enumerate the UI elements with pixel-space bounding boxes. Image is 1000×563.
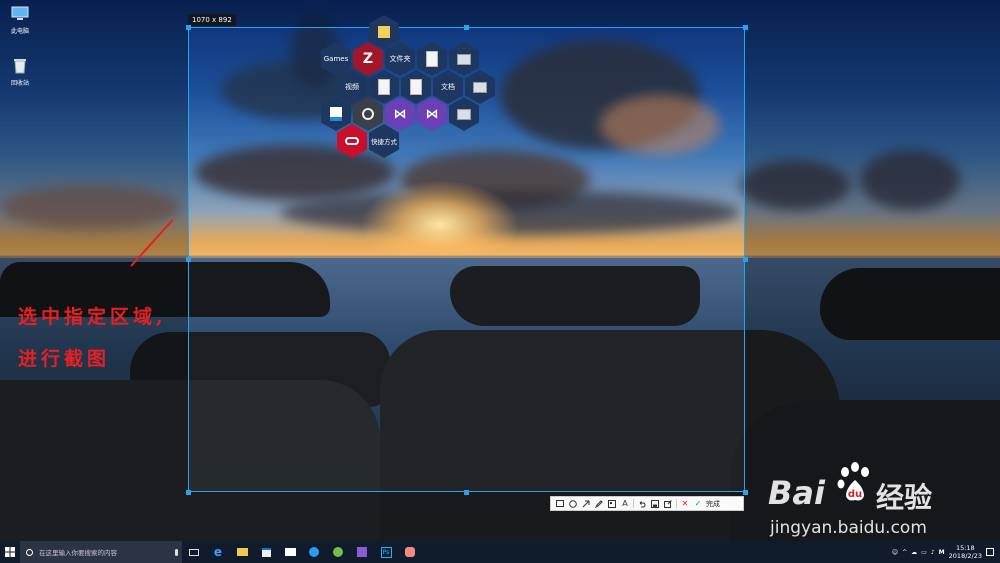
games-label: Games: [323, 55, 349, 63]
taskbar-search-box[interactable]: 在这里输入你要搜索的内容: [20, 541, 182, 563]
resize-handle-br[interactable]: [743, 490, 748, 495]
video-label: 视频: [345, 83, 359, 91]
mail-icon: [284, 548, 296, 556]
desktop-icon-this-pc[interactable]: 此电脑: [6, 6, 34, 35]
cancel-icon[interactable]: ✕: [680, 498, 690, 509]
pin-icon[interactable]: [663, 498, 673, 509]
cortana-icon: [26, 548, 33, 556]
ellipse-icon[interactable]: [568, 498, 578, 509]
resize-handle-l[interactable]: [186, 257, 191, 262]
task-view-button[interactable]: [182, 541, 206, 563]
desktop-icon-label: 回收站: [10, 80, 29, 87]
clock-time: 15:18: [955, 544, 975, 552]
resize-handle-tr[interactable]: [743, 25, 748, 30]
taskbar-search-placeholder: 在这里输入你要搜索的内容: [39, 549, 117, 557]
image-icon: [473, 81, 487, 93]
paint-icon: [405, 547, 415, 557]
visual-studio-icon: ⋈: [425, 106, 439, 122]
annotation-line-2: 进行截图: [18, 348, 111, 370]
zotero-icon: Z: [362, 51, 374, 67]
taskbar-app-mail[interactable]: [278, 541, 302, 563]
capture-selection-area[interactable]: [188, 27, 745, 492]
text-icon[interactable]: A: [620, 498, 630, 509]
show-hidden-icons-icon[interactable]: ^: [902, 549, 907, 556]
people-icon[interactable]: ☺: [892, 549, 898, 556]
notification-icon[interactable]: [986, 548, 994, 556]
selection-size-label: 1070 x 892: [188, 14, 236, 26]
resize-handle-tl[interactable]: [186, 25, 191, 30]
resize-handle-t[interactable]: [464, 25, 469, 30]
annotation-line-1: 选中指定区域,: [18, 306, 167, 328]
svg-text:du: du: [848, 489, 862, 500]
volume-icon[interactable]: ♪: [931, 549, 935, 556]
desktop-icon-recycle-bin[interactable]: 回收站: [6, 58, 34, 87]
computer-icon: [11, 6, 29, 20]
ime-indicator[interactable]: M: [939, 549, 945, 556]
visual-studio-icon: [357, 547, 367, 557]
pen-icon[interactable]: [594, 498, 604, 509]
start-button[interactable]: [0, 541, 20, 563]
cloud-icon[interactable]: ☁: [911, 549, 917, 556]
undo-icon[interactable]: [637, 498, 647, 509]
document-icon: [410, 79, 422, 95]
mosaic-icon[interactable]: [607, 498, 617, 509]
store-icon: [261, 547, 271, 557]
baidu-url: jingyan.baidu.com: [770, 518, 927, 538]
microphone-icon: [175, 548, 178, 556]
visual-studio-icon: ⋈: [393, 106, 407, 122]
documents-label: 文档: [441, 83, 455, 91]
taskbar: 在这里输入你要搜索的内容 e Ps ☺ ^ ☁ ▭ ♪ M 15:18 2018…: [0, 541, 1000, 563]
network-icon[interactable]: ▭: [921, 549, 927, 556]
taskbar-app-store[interactable]: [254, 541, 278, 563]
edge-icon: e: [213, 545, 223, 559]
resize-handle-r[interactable]: [743, 257, 748, 262]
photoshop-icon: Ps: [380, 546, 392, 558]
confirm-icon[interactable]: ✓: [693, 498, 703, 509]
circle-app-icon: [362, 108, 374, 120]
browser-icon: [333, 547, 343, 557]
baidu-brand: Bai: [768, 474, 825, 512]
capture-toolbar: A ✕ ✓ 完成: [550, 496, 744, 511]
windows-logo-icon: [5, 547, 15, 557]
taskbar-app-browser[interactable]: [326, 541, 350, 563]
clock[interactable]: 15:18 2018/2/23: [949, 544, 982, 560]
baidu-brand-cn: 经验: [876, 481, 933, 514]
taskbar-app-qq[interactable]: [302, 541, 326, 563]
folder-label: 文件夹: [389, 55, 411, 63]
file-explorer-icon: [236, 548, 248, 556]
qq-icon: [309, 547, 319, 557]
adobe-creative-cloud-icon: [345, 137, 359, 145]
done-button[interactable]: 完成: [706, 499, 720, 509]
save-icon[interactable]: [650, 498, 660, 509]
taskbar-app-edge[interactable]: e: [206, 541, 230, 563]
taskbar-app-vs[interactable]: [350, 541, 374, 563]
image-icon: [457, 53, 471, 65]
rectangle-icon[interactable]: [555, 498, 565, 509]
resize-handle-b[interactable]: [464, 490, 469, 495]
task-view-icon: [189, 548, 199, 556]
document-icon: [378, 79, 390, 95]
clock-date: 2018/2/23: [948, 552, 982, 560]
taskbar-app-explorer[interactable]: [230, 541, 254, 563]
baidu-paw-icon: du: [837, 462, 869, 501]
file-manager-icon: [330, 107, 342, 121]
desktop-icon-label: 此电脑: [10, 28, 29, 35]
sticky-note-icon: [378, 26, 390, 38]
system-tray: ☺ ^ ☁ ▭ ♪ M 15:18 2018/2/23: [892, 541, 1000, 563]
baidu-watermark: Bai du 经验 jingyan.baidu.com: [768, 458, 988, 538]
taskbar-app-photoshop[interactable]: Ps: [374, 541, 398, 563]
taskbar-app-paint[interactable]: [398, 541, 422, 563]
resize-handle-bl[interactable]: [186, 490, 191, 495]
document-icon: [426, 51, 438, 67]
shortcut-label: 快捷方式: [371, 138, 397, 146]
arrow-icon[interactable]: [581, 498, 591, 509]
recycle-bin-icon: [14, 59, 26, 74]
image-icon: [457, 108, 471, 120]
